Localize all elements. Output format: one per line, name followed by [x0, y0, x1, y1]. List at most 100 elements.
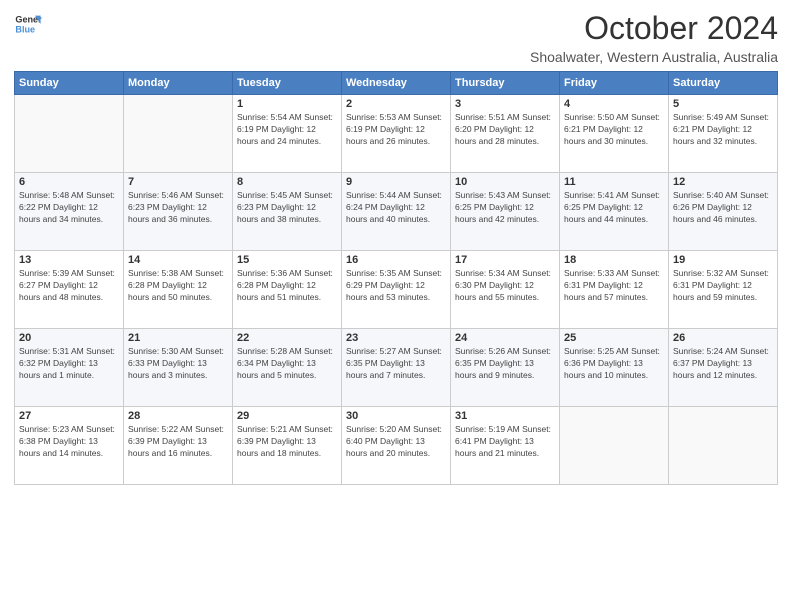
cell-content: Sunrise: 5:27 AM Sunset: 6:35 PM Dayligh…: [346, 346, 446, 382]
calendar-cell: 4Sunrise: 5:50 AM Sunset: 6:21 PM Daylig…: [560, 95, 669, 173]
day-number: 15: [237, 254, 337, 266]
cell-content: Sunrise: 5:53 AM Sunset: 6:19 PM Dayligh…: [346, 112, 446, 148]
cell-content: Sunrise: 5:43 AM Sunset: 6:25 PM Dayligh…: [455, 190, 555, 226]
day-number: 28: [128, 410, 228, 422]
calendar-cell: 10 Sunrise: 5:43 AM Sunset: 6:25 PM Dayli…: [451, 173, 560, 251]
calendar-cell: 15 Sunrise: 5:36 AM Sunset: 6:28 PM Dayli…: [233, 251, 342, 329]
calendar-cell: 18 Sunrise: 5:33 AM Sunset: 6:31 PM Dayli…: [560, 251, 669, 329]
calendar-week-2: 6 Sunrise: 5:48 AM Sunset: 6:22 PM Daylig…: [15, 173, 778, 251]
calendar-cell: 21Sunrise: 5:30 AM Sunset: 6:33 PM Dayli…: [124, 329, 233, 407]
calendar-cell: 9 Sunrise: 5:44 AM Sunset: 6:24 PM Daylig…: [342, 173, 451, 251]
cell-content: Sunrise: 5:20 AM Sunset: 6:40 PM Dayligh…: [346, 424, 446, 460]
cell-content: Sunrise: 5:32 AM Sunset: 6:31 PM Dayligh…: [673, 268, 773, 304]
cell-content: Sunrise: 5:46 AM Sunset: 6:23 PM Dayligh…: [128, 190, 228, 226]
calendar-cell: 30 Sunrise: 5:20 AM Sunset: 6:40 PM Dayli…: [342, 407, 451, 485]
calendar-cell: 17 Sunrise: 5:34 AM Sunset: 6:30 PM Dayli…: [451, 251, 560, 329]
svg-text:Blue: Blue: [15, 24, 35, 34]
calendar-cell: 22Sunrise: 5:28 AM Sunset: 6:34 PM Dayli…: [233, 329, 342, 407]
day-number: 30: [346, 410, 446, 422]
day-number: 18: [564, 254, 664, 266]
day-number: 11: [564, 176, 664, 188]
day-number: 27: [19, 410, 119, 422]
day-number: 25: [564, 332, 664, 344]
day-number: 20: [19, 332, 119, 344]
calendar-cell: [669, 407, 778, 485]
calendar-cell: 7 Sunrise: 5:46 AM Sunset: 6:23 PM Daylig…: [124, 173, 233, 251]
cell-content: Sunrise: 5:44 AM Sunset: 6:24 PM Dayligh…: [346, 190, 446, 226]
day-number: 2: [346, 98, 446, 110]
calendar-cell: 24Sunrise: 5:26 AM Sunset: 6:35 PM Dayli…: [451, 329, 560, 407]
calendar-table: Sunday Monday Tuesday Wednesday Thursday…: [14, 71, 778, 485]
cell-content: Sunrise: 5:50 AM Sunset: 6:21 PM Dayligh…: [564, 112, 664, 148]
col-monday: Monday: [124, 72, 233, 95]
calendar-cell: 14Sunrise: 5:38 AM Sunset: 6:28 PM Dayli…: [124, 251, 233, 329]
day-number: 6: [19, 176, 119, 188]
cell-content: Sunrise: 5:51 AM Sunset: 6:20 PM Dayligh…: [455, 112, 555, 148]
cell-content: Sunrise: 5:26 AM Sunset: 6:35 PM Dayligh…: [455, 346, 555, 382]
calendar-cell: 8 Sunrise: 5:45 AM Sunset: 6:23 PM Daylig…: [233, 173, 342, 251]
day-number: 31: [455, 410, 555, 422]
header: General Blue October 2024 Shoalwater, We…: [14, 10, 778, 65]
header-row: Sunday Monday Tuesday Wednesday Thursday…: [15, 72, 778, 95]
day-number: 5: [673, 98, 773, 110]
day-number: 10: [455, 176, 555, 188]
calendar-cell: 6 Sunrise: 5:48 AM Sunset: 6:22 PM Daylig…: [15, 173, 124, 251]
cell-content: Sunrise: 5:33 AM Sunset: 6:31 PM Dayligh…: [564, 268, 664, 304]
logo: General Blue: [14, 10, 42, 38]
calendar-cell: [124, 95, 233, 173]
cell-content: Sunrise: 5:41 AM Sunset: 6:25 PM Dayligh…: [564, 190, 664, 226]
cell-content: Sunrise: 5:35 AM Sunset: 6:29 PM Dayligh…: [346, 268, 446, 304]
calendar-cell: 11 Sunrise: 5:41 AM Sunset: 6:25 PM Dayli…: [560, 173, 669, 251]
day-number: 9: [346, 176, 446, 188]
main-title: October 2024: [530, 10, 778, 47]
calendar-cell: 2 Sunrise: 5:53 AM Sunset: 6:19 PM Daylig…: [342, 95, 451, 173]
calendar-cell: [560, 407, 669, 485]
day-number: 23: [346, 332, 446, 344]
day-number: 7: [128, 176, 228, 188]
col-tuesday: Tuesday: [233, 72, 342, 95]
col-thursday: Thursday: [451, 72, 560, 95]
calendar-cell: 28Sunrise: 5:22 AM Sunset: 6:39 PM Dayli…: [124, 407, 233, 485]
calendar-cell: 29 Sunrise: 5:21 AM Sunset: 6:39 PM Dayli…: [233, 407, 342, 485]
calendar-week-4: 20Sunrise: 5:31 AM Sunset: 6:32 PM Dayli…: [15, 329, 778, 407]
day-number: 17: [455, 254, 555, 266]
calendar-cell: 1Sunrise: 5:54 AM Sunset: 6:19 PM Daylig…: [233, 95, 342, 173]
subtitle: Shoalwater, Western Australia, Australia: [530, 49, 778, 65]
day-number: 14: [128, 254, 228, 266]
cell-content: Sunrise: 5:25 AM Sunset: 6:36 PM Dayligh…: [564, 346, 664, 382]
title-block: October 2024 Shoalwater, Western Austral…: [530, 10, 778, 65]
day-number: 19: [673, 254, 773, 266]
cell-content: Sunrise: 5:19 AM Sunset: 6:41 PM Dayligh…: [455, 424, 555, 460]
day-number: 8: [237, 176, 337, 188]
cell-content: Sunrise: 5:49 AM Sunset: 6:21 PM Dayligh…: [673, 112, 773, 148]
cell-content: Sunrise: 5:45 AM Sunset: 6:23 PM Dayligh…: [237, 190, 337, 226]
cell-content: Sunrise: 5:40 AM Sunset: 6:26 PM Dayligh…: [673, 190, 773, 226]
calendar-cell: [15, 95, 124, 173]
cell-content: Sunrise: 5:48 AM Sunset: 6:22 PM Dayligh…: [19, 190, 119, 226]
calendar-cell: 26Sunrise: 5:24 AM Sunset: 6:37 PM Dayli…: [669, 329, 778, 407]
col-friday: Friday: [560, 72, 669, 95]
day-number: 26: [673, 332, 773, 344]
cell-content: Sunrise: 5:36 AM Sunset: 6:28 PM Dayligh…: [237, 268, 337, 304]
day-number: 21: [128, 332, 228, 344]
col-saturday: Saturday: [669, 72, 778, 95]
day-number: 22: [237, 332, 337, 344]
cell-content: Sunrise: 5:39 AM Sunset: 6:27 PM Dayligh…: [19, 268, 119, 304]
calendar-cell: 12Sunrise: 5:40 AM Sunset: 6:26 PM Dayli…: [669, 173, 778, 251]
cell-content: Sunrise: 5:23 AM Sunset: 6:38 PM Dayligh…: [19, 424, 119, 460]
calendar-cell: 5 Sunrise: 5:49 AM Sunset: 6:21 PM Daylig…: [669, 95, 778, 173]
calendar-week-3: 13 Sunrise: 5:39 AM Sunset: 6:27 PM Dayli…: [15, 251, 778, 329]
calendar-cell: 25 Sunrise: 5:25 AM Sunset: 6:36 PM Dayli…: [560, 329, 669, 407]
calendar-cell: 3Sunrise: 5:51 AM Sunset: 6:20 PM Daylig…: [451, 95, 560, 173]
calendar-cell: 13 Sunrise: 5:39 AM Sunset: 6:27 PM Dayli…: [15, 251, 124, 329]
day-number: 29: [237, 410, 337, 422]
cell-content: Sunrise: 5:34 AM Sunset: 6:30 PM Dayligh…: [455, 268, 555, 304]
calendar-cell: 19 Sunrise: 5:32 AM Sunset: 6:31 PM Dayli…: [669, 251, 778, 329]
calendar-cell: 31 Sunrise: 5:19 AM Sunset: 6:41 PM Dayli…: [451, 407, 560, 485]
day-number: 13: [19, 254, 119, 266]
calendar-cell: 27 Sunrise: 5:23 AM Sunset: 6:38 PM Dayli…: [15, 407, 124, 485]
calendar-week-5: 27 Sunrise: 5:23 AM Sunset: 6:38 PM Dayli…: [15, 407, 778, 485]
col-sunday: Sunday: [15, 72, 124, 95]
cell-content: Sunrise: 5:21 AM Sunset: 6:39 PM Dayligh…: [237, 424, 337, 460]
calendar-cell: 16Sunrise: 5:35 AM Sunset: 6:29 PM Dayli…: [342, 251, 451, 329]
